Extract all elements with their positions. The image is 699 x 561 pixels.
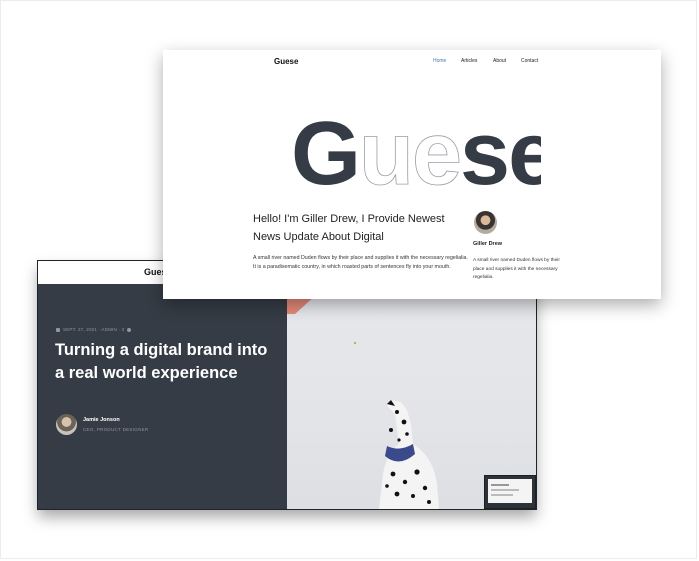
nav-articles[interactable]: Articles [461,58,493,64]
profile-name[interactable]: Giller Drew [473,241,502,247]
nav-about[interactable]: About [493,58,521,64]
post-meta: SEPT. 27, 2021 · ADMIN · 3 [56,327,132,332]
author-role: CEO, PRODUCT DESIGNER [83,427,149,432]
hero-title[interactable]: Turning a digital brand into a real worl… [55,339,280,385]
avatar [56,414,77,435]
wordmark-ue: ue [359,104,460,198]
nav-home[interactable]: Home [433,58,461,64]
hero-wordmark: Guese [291,104,541,198]
hero-image [287,282,536,509]
comment-icon [127,327,132,332]
profile-text: A small river named Duden flows by their… [473,258,560,280]
front-site-preview: Guese Home Articles About Contact Guese … [163,50,661,299]
avatar [474,211,497,234]
wordmark-se: se [460,104,541,198]
site-logo[interactable]: Guese [274,57,298,66]
main-nav: Home Articles About Contact [433,58,551,64]
laptop-thumbnail [484,475,536,509]
wordmark-g: G [291,104,359,198]
svg-text:Guese: Guese [291,104,541,198]
intro-title: Hello! I'm Giller Drew, I Provide Newest… [253,213,445,243]
post-meta-text: SEPT. 27, 2021 · ADMIN · 3 [63,327,125,332]
author-name[interactable]: Jamie Jonson [83,417,120,423]
calendar-icon [56,327,60,332]
hero-text-panel [38,284,287,509]
intro-text: A small river named Duden flows by their… [253,255,468,270]
nav-contact[interactable]: Contact [521,58,551,64]
